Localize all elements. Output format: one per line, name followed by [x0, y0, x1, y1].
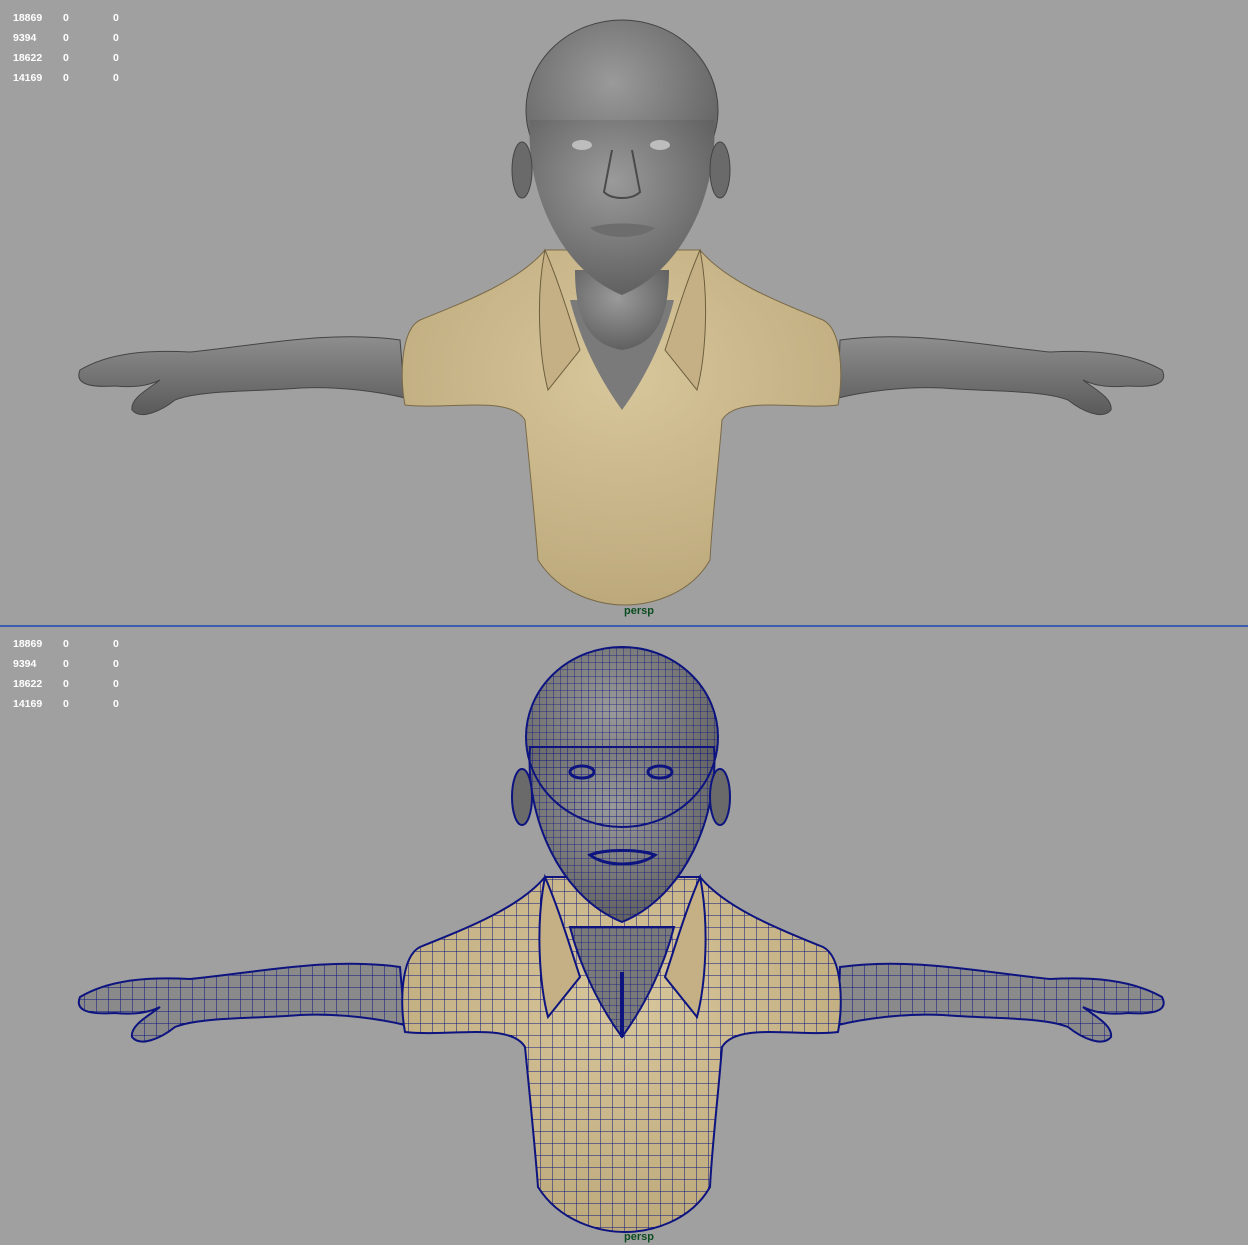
- hud-value: 18869: [13, 12, 43, 24]
- hud-value: 0: [113, 698, 119, 710]
- hud-value: 0: [63, 698, 69, 710]
- hud-value: 18622: [13, 678, 43, 690]
- character-model-shaded[interactable]: [0, 0, 1248, 625]
- hud-value: 9394: [13, 658, 37, 670]
- viewport-top[interactable]: 18869 0 0 9394 0 0 18622 0 0 14169 0 0 p…: [0, 0, 1248, 625]
- hud-value: 0: [113, 638, 119, 650]
- hud-value: 0: [113, 678, 119, 690]
- viewport-bottom[interactable]: 18869 0 0 9394 0 0 18622 0 0 14169 0 0 p…: [0, 627, 1248, 1245]
- hud-value: 0: [113, 72, 119, 84]
- hud-value: 18622: [13, 52, 43, 64]
- hud-value: 18869: [13, 638, 43, 650]
- hud-value: 0: [63, 638, 69, 650]
- hud-value: 0: [63, 658, 69, 670]
- hud-value: 0: [113, 658, 119, 670]
- hud-value: 0: [63, 52, 69, 64]
- character-model-wireframe[interactable]: [0, 627, 1248, 1245]
- hud-value: 9394: [13, 32, 37, 44]
- hud-value: 0: [63, 32, 69, 44]
- camera-label: persp: [624, 1231, 654, 1243]
- hud-value: 0: [63, 12, 69, 24]
- hud-value: 0: [113, 12, 119, 24]
- hud-value: 14169: [13, 72, 43, 84]
- hud-value: 0: [63, 72, 69, 84]
- hud-value: 0: [63, 678, 69, 690]
- hud-value: 14169: [13, 698, 43, 710]
- hud-value: 0: [113, 32, 119, 44]
- hud-value: 0: [113, 52, 119, 64]
- camera-label: persp: [624, 605, 654, 617]
